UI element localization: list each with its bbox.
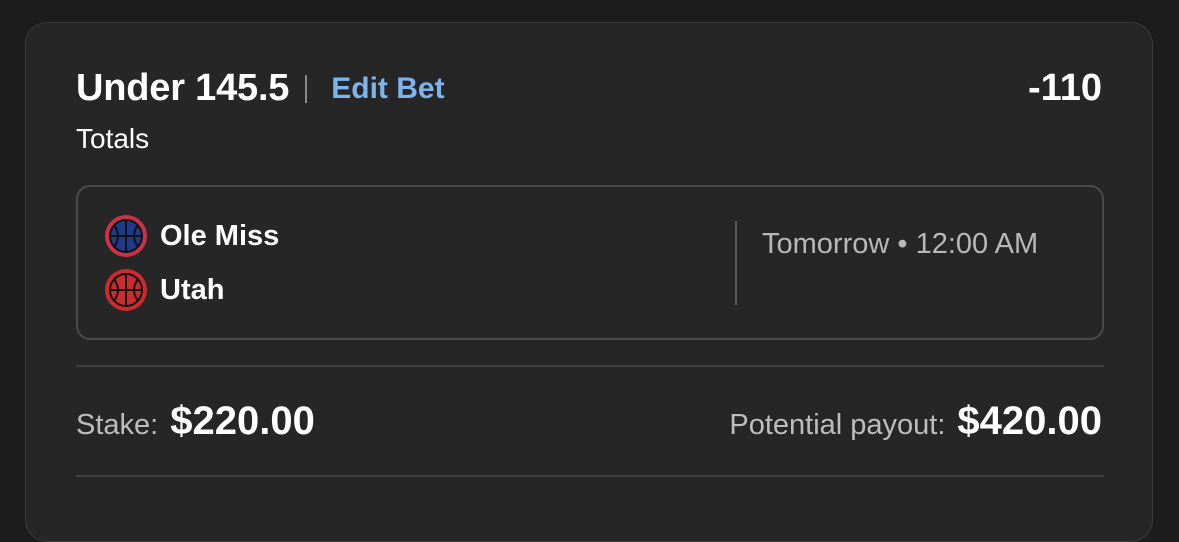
payout-label: Potential payout: <box>729 409 946 441</box>
event-box[interactable]: Ole Miss Utah Tomorrow • 12:00 AM <box>76 185 1104 340</box>
basketball-icon <box>105 269 147 311</box>
stake-label: Stake: <box>76 409 159 441</box>
payout-amount: $420.00 <box>957 399 1102 443</box>
bet-odds: -110 <box>1028 67 1102 109</box>
team-name: Ole Miss <box>160 219 280 252</box>
section-divider <box>76 365 1104 367</box>
bet-card: Under 145.5 Edit Bet -110 Totals Ole Mis… <box>25 22 1153 542</box>
title-divider <box>305 74 308 103</box>
basketball-icon <box>105 215 147 257</box>
event-time: Tomorrow • 12:00 AM <box>762 228 1039 260</box>
payout-row: Potential payout: $420.00 <box>729 399 1102 444</box>
stake-row: Stake: $220.00 <box>76 399 315 444</box>
bet-market: Totals <box>76 123 150 154</box>
bet-title-row: Under 145.5 Edit Bet <box>76 67 445 110</box>
section-divider <box>76 475 1104 477</box>
event-divider <box>735 221 737 305</box>
bet-selection: Under 145.5 <box>76 67 290 109</box>
team-row-ole-miss: Ole Miss <box>104 214 279 258</box>
team-name: Utah <box>160 273 225 306</box>
edit-bet-link[interactable]: Edit Bet <box>331 72 444 106</box>
team-row-utah: Utah <box>104 268 224 312</box>
stake-amount: $220.00 <box>170 399 315 443</box>
